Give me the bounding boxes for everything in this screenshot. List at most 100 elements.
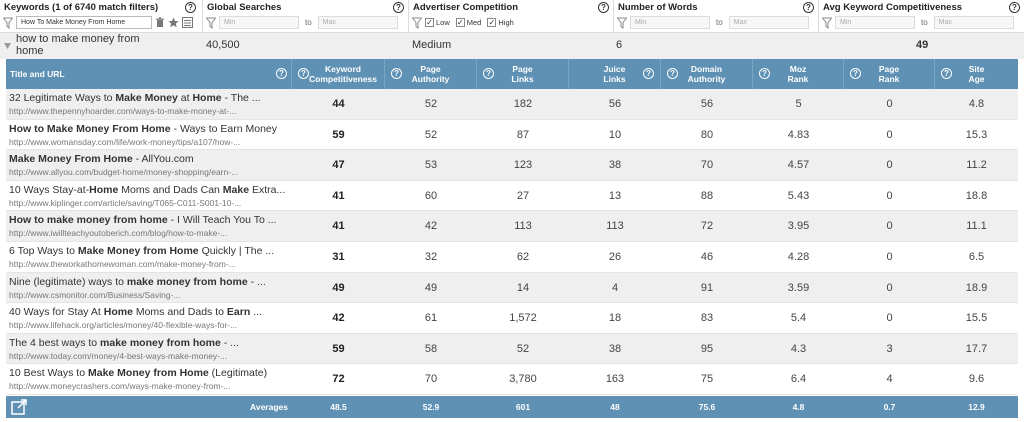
avg-kc-title: Avg Keyword Competitiveness xyxy=(823,2,963,13)
high-checkbox[interactable]: ✓ High xyxy=(487,18,514,27)
result-title-link[interactable]: The 4 best ways to make money from home … xyxy=(9,337,291,349)
result-url[interactable]: http://www.theworkathomewoman.com/make-m… xyxy=(9,259,291,269)
help-icon[interactable]: ? xyxy=(298,68,309,79)
filter-icon[interactable] xyxy=(822,17,832,29)
table-row[interactable]: How to Make Money From Home - Ways to Ea… xyxy=(6,119,1018,151)
keyword-input[interactable]: How To Make Money From Home xyxy=(16,16,152,29)
help-icon[interactable]: ? xyxy=(185,2,196,13)
avg-kc-max-input[interactable]: Max xyxy=(933,16,1014,29)
table-row[interactable]: 10 Best Ways to Make Money from Home (Le… xyxy=(6,364,1018,395)
result-url[interactable]: http://www.iwillteachyoutoberich.com/blo… xyxy=(9,228,291,238)
keyword-competitiveness-cell: 59 xyxy=(332,342,345,355)
site-age-cell: 18.8 xyxy=(965,189,988,202)
keyword-competitiveness-cell: 41 xyxy=(332,189,345,202)
page-authority-cell: 49 xyxy=(424,281,438,294)
help-icon[interactable]: ? xyxy=(483,68,494,79)
column-header-page-authority[interactable]: ? Page Authority xyxy=(385,59,477,89)
global-searches-max-input[interactable]: Max xyxy=(317,16,398,29)
help-icon[interactable]: ? xyxy=(276,68,287,79)
result-title-link[interactable]: How to make money from home - I Will Tea… xyxy=(9,214,291,226)
page-authority-cell: 42 xyxy=(424,220,438,233)
filter-icon[interactable] xyxy=(206,17,216,29)
summary-global-searches: 40,500 xyxy=(206,39,240,51)
help-icon[interactable]: ? xyxy=(850,68,861,79)
result-url[interactable]: http://www.womansday.com/life/work-money… xyxy=(9,137,291,147)
column-header-keyword-competitiveness[interactable]: ? Keyword Competitiveness xyxy=(292,59,385,89)
column-header-juice-links[interactable]: ? Juice Links xyxy=(569,59,661,89)
table-row[interactable]: 6 Top Ways to Make Money from Home Quick… xyxy=(6,241,1018,273)
words-max-input[interactable]: Max xyxy=(728,16,809,29)
page-rank-cell: 0 xyxy=(886,250,893,263)
column-header-moz-rank[interactable]: ? Moz Rank xyxy=(753,59,844,89)
filter-icon[interactable] xyxy=(617,17,627,29)
page-links-cell: 123 xyxy=(513,159,533,172)
help-icon[interactable]: ? xyxy=(803,2,814,13)
export-icon[interactable] xyxy=(11,399,27,415)
list-icon[interactable] xyxy=(182,17,193,28)
avg-kc-min-input[interactable]: Min xyxy=(835,16,915,29)
page-links-cell: 3,780 xyxy=(509,373,537,386)
filter-icon[interactable] xyxy=(412,17,422,29)
juice-links-cell: 13 xyxy=(608,189,622,202)
help-icon[interactable]: ? xyxy=(759,68,770,79)
table-row[interactable]: 10 Ways Stay-at-Home Moms and Dads Can M… xyxy=(6,180,1018,212)
result-title-link[interactable]: 6 Top Ways to Make Money from Home Quick… xyxy=(9,245,291,257)
juice-links-cell: 38 xyxy=(608,159,622,172)
table-row[interactable]: 32 Legitimate Ways to Make Money at Home… xyxy=(6,89,1018,120)
help-icon[interactable]: ? xyxy=(393,2,404,13)
trash-icon[interactable] xyxy=(155,17,165,28)
moz-rank-cell: 3.59 xyxy=(787,281,810,294)
avg-kc-filter: Avg Keyword Competitiveness ? Min to Max xyxy=(819,0,1024,33)
keyword-competitiveness-cell: 41 xyxy=(332,220,345,233)
result-title-link[interactable]: Nine (legitimate) ways to make money fro… xyxy=(9,276,291,288)
column-header-site-age[interactable]: ? Site Age xyxy=(935,59,1018,89)
domain-authority-cell: 80 xyxy=(700,128,714,141)
help-icon[interactable]: ? xyxy=(941,68,952,79)
result-title-link[interactable]: 40 Ways for Stay At Home Moms and Dads t… xyxy=(9,306,291,318)
page-authority-cell: 52 xyxy=(424,128,438,141)
table-row[interactable]: 40 Ways for Stay At Home Moms and Dads t… xyxy=(6,303,1018,334)
table-row[interactable]: Nine (legitimate) ways to make money fro… xyxy=(6,272,1018,304)
help-icon[interactable]: ? xyxy=(1009,2,1020,13)
help-icon[interactable]: ? xyxy=(667,68,678,79)
result-title-link[interactable]: 10 Ways Stay-at-Home Moms and Dads Can M… xyxy=(9,184,291,196)
result-title-link[interactable]: How to Make Money From Home - Ways to Ea… xyxy=(9,123,291,135)
column-header-page-rank[interactable]: ? Page Rank xyxy=(844,59,935,89)
result-title-link[interactable]: 10 Best Ways to Make Money from Home (Le… xyxy=(9,367,291,379)
page-authority-cell: 60 xyxy=(424,189,438,202)
help-icon[interactable]: ? xyxy=(643,68,654,79)
result-title-link[interactable]: Make Money From Home - AllYou.com xyxy=(9,153,291,165)
keyword-summary-row[interactable]: how to make money from home 40,500 Mediu… xyxy=(0,33,1024,59)
filter-icon[interactable] xyxy=(3,17,13,29)
column-header-title-url[interactable]: Title and URL ? xyxy=(6,59,292,89)
words-min-input[interactable]: Min xyxy=(630,16,710,29)
med-checkbox[interactable]: ✓ Med xyxy=(455,18,481,27)
help-icon[interactable]: ? xyxy=(391,68,402,79)
result-title-link[interactable]: 32 Legitimate Ways to Make Money at Home… xyxy=(9,92,291,104)
advertiser-competition-title: Advertiser Competition xyxy=(413,2,519,13)
juice-links-cell: 163 xyxy=(605,373,625,386)
summary-words: 6 xyxy=(616,39,623,51)
result-url[interactable]: http://www.thepennyhoarder.com/ways-to-m… xyxy=(9,106,291,116)
collapse-triangle-icon[interactable] xyxy=(4,43,11,49)
star-icon[interactable] xyxy=(168,17,179,28)
column-header-domain-authority[interactable]: ? Domain Authority xyxy=(661,59,753,89)
avg-site-age: 12.9 xyxy=(968,402,985,412)
site-age-cell: 4.8 xyxy=(968,98,985,110)
table-row[interactable]: Make Money From Home - AllYou.com http://… xyxy=(6,150,1018,181)
help-icon[interactable]: ? xyxy=(598,2,609,13)
global-searches-min-input[interactable]: Min xyxy=(219,16,299,29)
column-header-page-links[interactable]: ? Page Links xyxy=(477,59,569,89)
result-url[interactable]: http://www.allyou.com/budget-home/money-… xyxy=(9,167,291,177)
result-url[interactable]: http://www.today.com/money/4-best-ways-m… xyxy=(9,351,291,361)
result-url[interactable]: http://www.kiplinger.com/article/saving/… xyxy=(9,198,291,208)
table-row[interactable]: How to make money from home - I Will Tea… xyxy=(6,211,1018,242)
page-links-cell: 1,572 xyxy=(509,312,537,325)
result-url[interactable]: http://www.moneycrashers.com/ways-make-m… xyxy=(9,381,291,391)
low-checkbox[interactable]: ✓ Low xyxy=(425,18,450,27)
result-url[interactable]: http://www.csmonitor.com/Business/Saving… xyxy=(9,290,291,300)
table-row[interactable]: The 4 best ways to make money from home … xyxy=(6,333,1018,365)
results-table-body: 32 Legitimate Ways to Make Money at Home… xyxy=(6,89,1018,395)
result-url[interactable]: http://www.lifehack.org/articles/money/4… xyxy=(9,320,291,330)
juice-links-cell: 18 xyxy=(608,312,622,325)
